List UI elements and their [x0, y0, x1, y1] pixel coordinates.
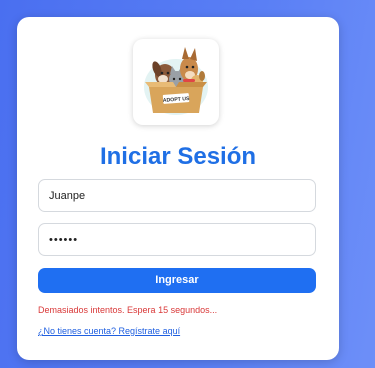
pets-box-icon: ADOPT US — [144, 47, 208, 115]
login-card: ADOPT US Iniciar Sesión Ingresar Demasia… — [17, 17, 339, 360]
username-input[interactable] — [38, 179, 316, 212]
adopt-us-logo: ADOPT US — [133, 39, 219, 125]
login-button[interactable]: Ingresar — [38, 268, 316, 293]
register-link[interactable]: ¿No tienes cuenta? Regístrate aquí — [38, 326, 180, 336]
error-message: Demasiados intentos. Espera 15 segundos.… — [38, 305, 218, 315]
password-input[interactable] — [38, 223, 316, 256]
page-title: Iniciar Sesión — [99, 143, 257, 170]
